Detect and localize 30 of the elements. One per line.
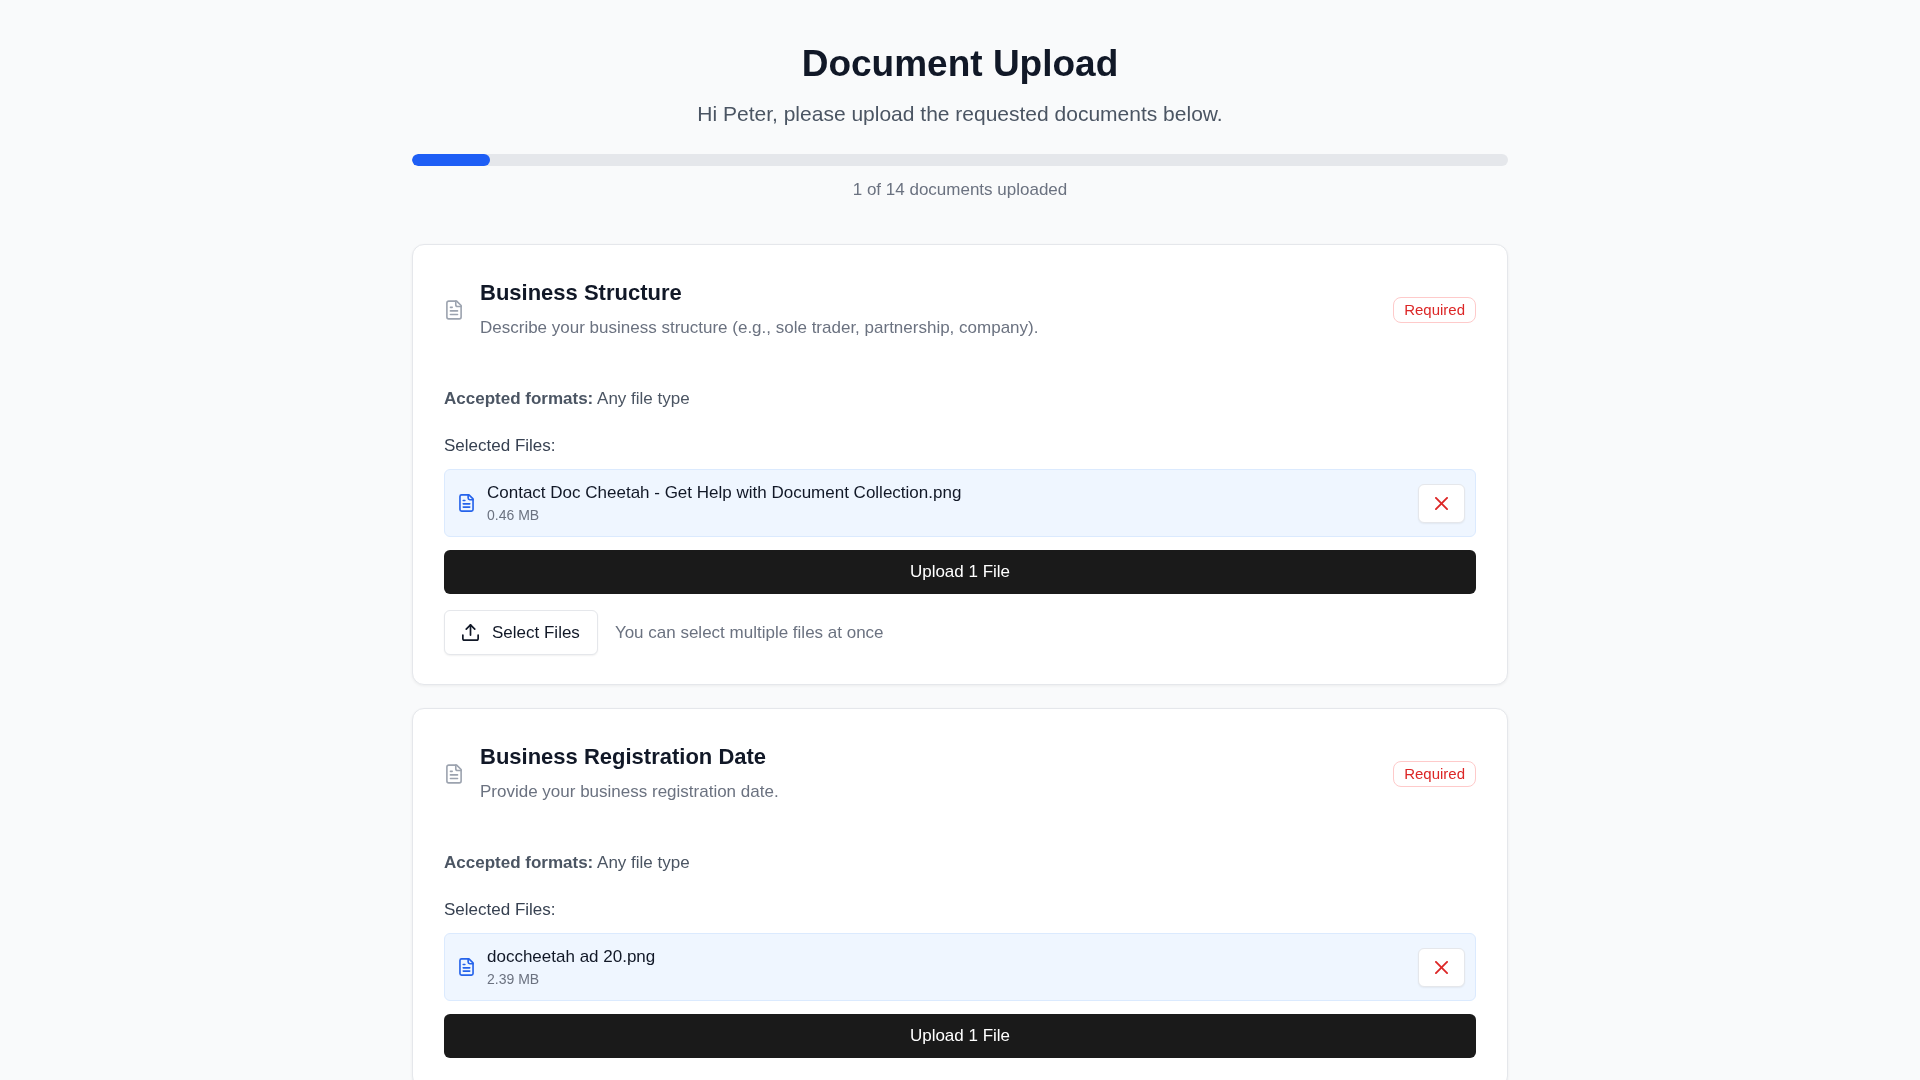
page-subtitle: Hi Peter, please upload the requested documents below. — [697, 101, 1223, 127]
upload-button[interactable]: Upload 1 File — [444, 1014, 1476, 1058]
card-description: Provide your business registration date. — [480, 781, 779, 803]
required-badge: Required — [1393, 296, 1476, 323]
remove-button[interactable] — [1418, 947, 1465, 987]
document-icon — [446, 763, 462, 784]
select-files-button[interactable]: Select Files — [444, 610, 598, 655]
upload-icon — [462, 624, 479, 641]
file-name: doccheetah ad 20.png — [487, 946, 656, 968]
select-hint: You can select multiple files at once — [614, 621, 884, 644]
file-size: 0.46 MB — [487, 506, 540, 524]
close-icon — [1435, 960, 1448, 974]
document-icon — [446, 299, 462, 320]
file-icon — [459, 958, 474, 976]
required-badge: Required — [1393, 760, 1476, 787]
card-title: Business Registration Date — [480, 743, 767, 771]
selected-files-label: Selected Files: — [444, 899, 556, 921]
card-title: Business Structure — [480, 279, 682, 307]
selected-files-label: Selected Files: — [444, 435, 556, 457]
upload-button[interactable]: Upload 1 File — [444, 550, 1476, 594]
accepted-formats-text: Accepted formats: Any file type — [444, 388, 690, 410]
card-description: Describe your business structure (e.g., sole trader, partnership, company). — [480, 317, 1039, 339]
progress-label: 1 of 14 documents uploaded — [852, 179, 1068, 201]
file-name: Contact Doc Cheetah - Get Help with Document Collection.png — [487, 482, 962, 504]
remove-button[interactable] — [1418, 483, 1465, 523]
file-size: 2.39 MB — [487, 970, 540, 988]
close-icon — [1435, 496, 1448, 510]
accepted-formats-text: Accepted formats: Any file type — [444, 852, 690, 874]
file-icon — [459, 494, 474, 512]
page-title: Document Upload — [801, 42, 1119, 86]
